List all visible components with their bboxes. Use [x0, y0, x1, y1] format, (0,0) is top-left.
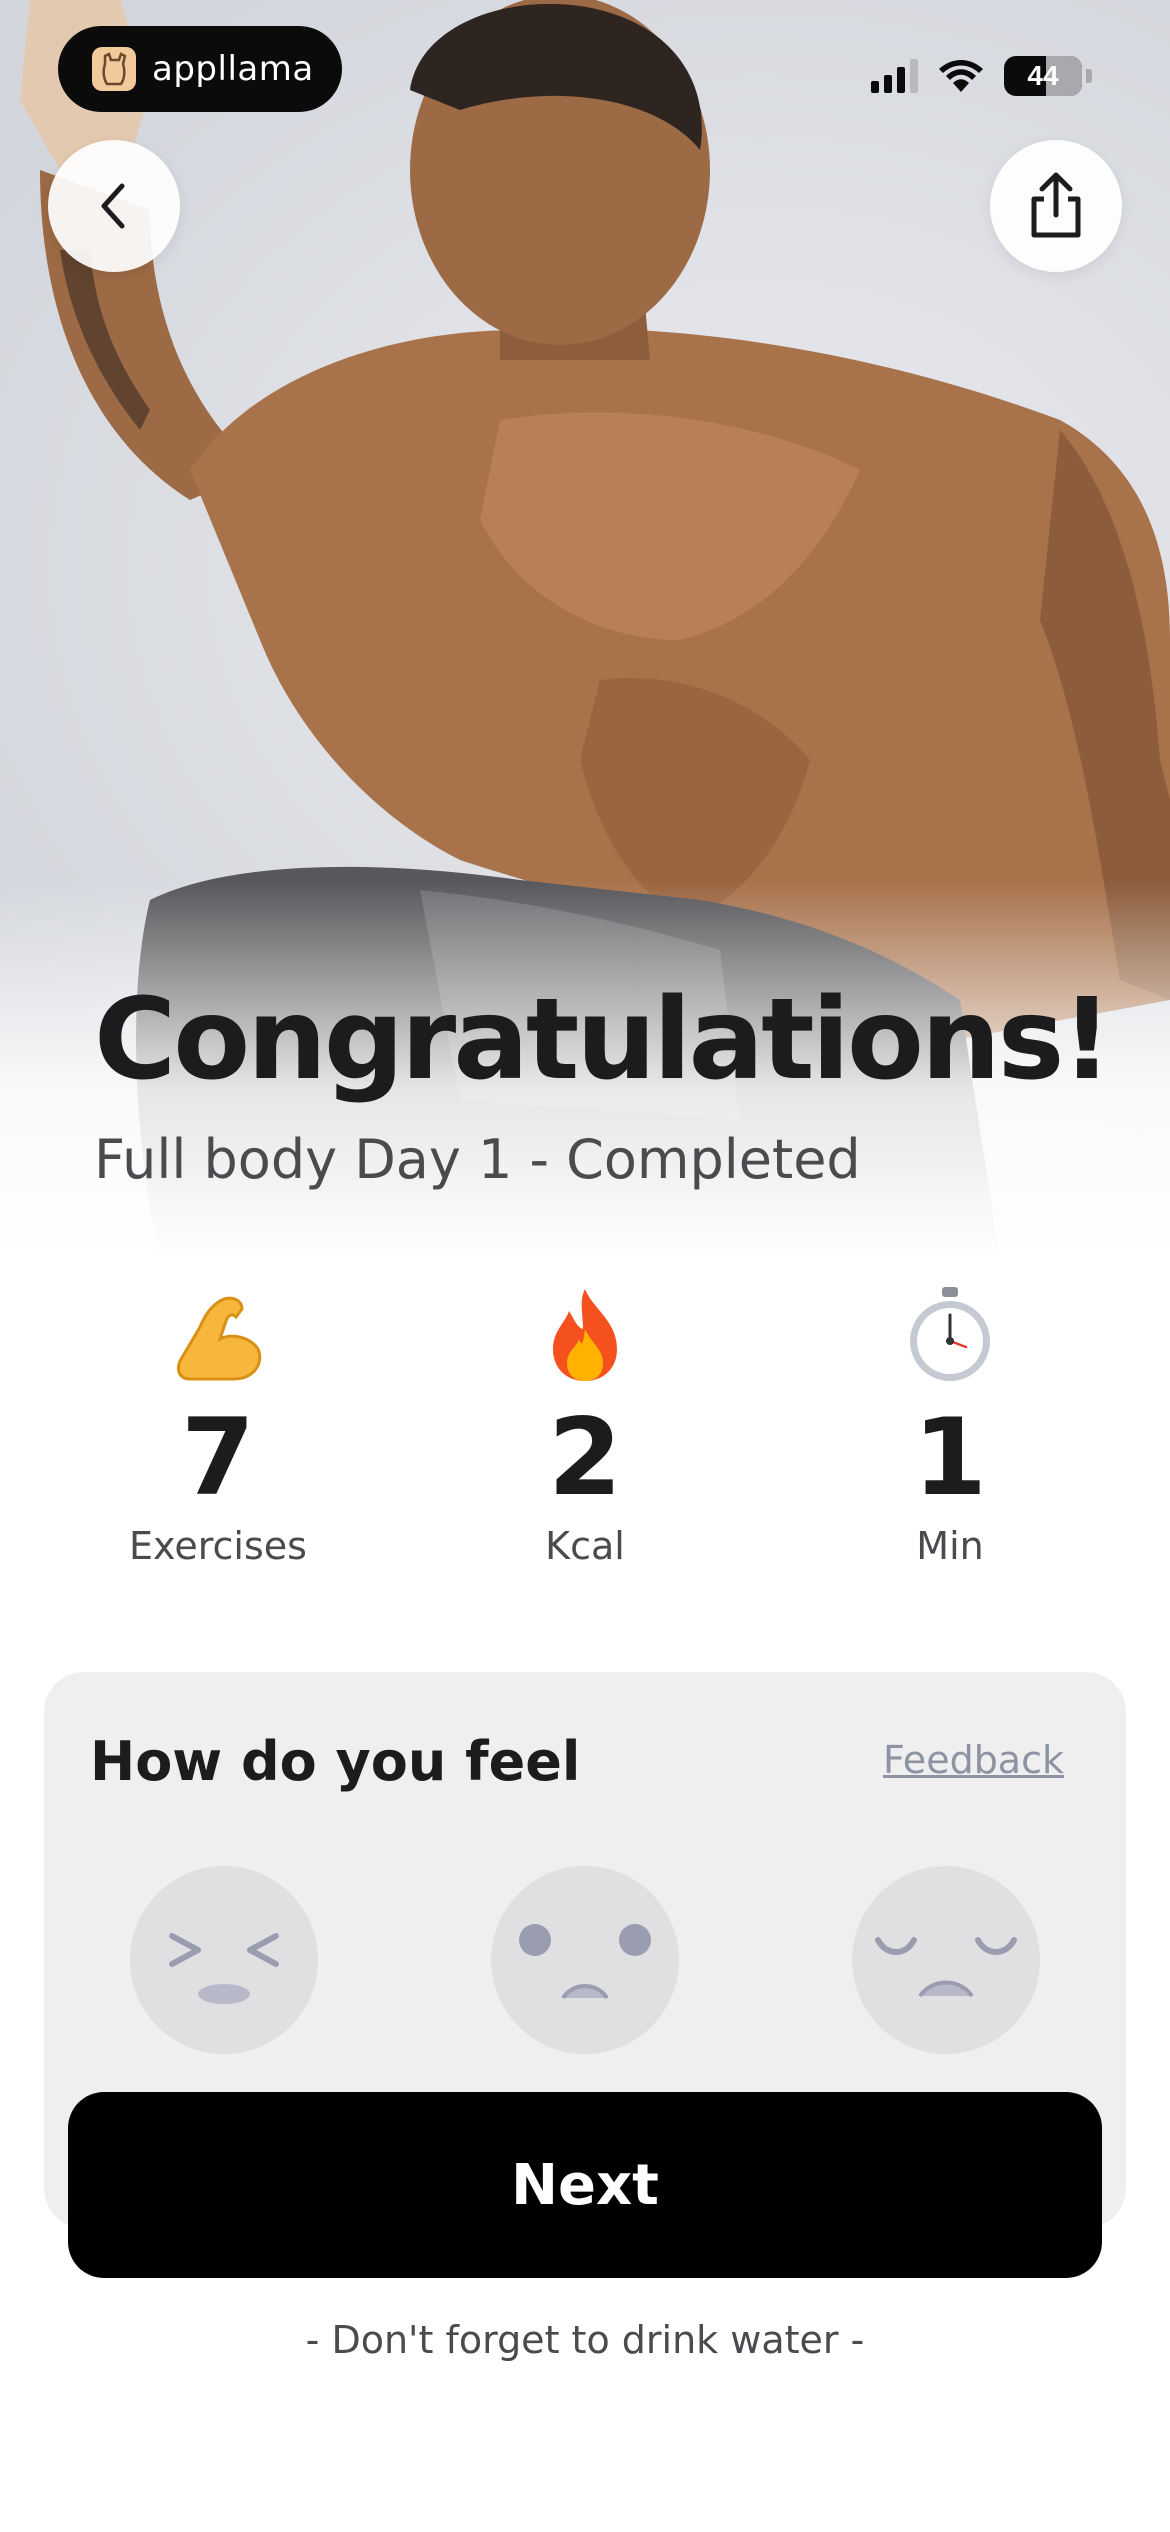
stat-kcal-label: Kcal [545, 1524, 625, 1568]
feel-option-tired[interactable] [852, 1866, 1040, 2054]
next-button[interactable]: Next [68, 2092, 1102, 2278]
feel-option-sad[interactable] [491, 1866, 679, 2054]
battery-level: 44 [1027, 60, 1059, 91]
share-icon [1031, 172, 1081, 238]
recorder-brand: appllama [152, 49, 314, 89]
chevron-left-icon [101, 183, 125, 229]
page-title: Congratulations! [94, 975, 1112, 1105]
share-button[interactable] [990, 140, 1122, 272]
stat-exercises: 7 Exercises [68, 1280, 368, 1568]
status-icons: 44 [871, 56, 1092, 96]
tired-face-icon [875, 1937, 1017, 1998]
cellular-signal-icon [871, 59, 918, 93]
battery-icon: 44 [1004, 56, 1082, 96]
exhausted-face-icon [169, 1933, 279, 2004]
stat-kcal-value: 2 [548, 1396, 622, 1519]
stat-min-value: 1 [913, 1396, 987, 1519]
battery-tip [1086, 69, 1092, 83]
sad-face-icon [519, 1924, 651, 2000]
feel-heading: How do you feel [90, 1730, 581, 1793]
llama-logo-icon [92, 47, 136, 91]
stat-kcal: 2 Kcal [435, 1280, 735, 1568]
stopwatch-icon [800, 1280, 1100, 1390]
back-button[interactable] [48, 140, 180, 272]
fire-icon [435, 1280, 735, 1390]
stat-min: 1 Min [800, 1280, 1100, 1568]
feedback-link[interactable]: Feedback [883, 1738, 1064, 1782]
water-reminder: - Don't forget to drink water - [305, 2318, 865, 2362]
stat-exercises-value: 7 [181, 1396, 255, 1519]
flexed-biceps-icon [68, 1280, 368, 1390]
screen-recorder-pill: appllama [58, 26, 342, 112]
feel-option-exhausted[interactable] [130, 1866, 318, 2054]
workout-stats: 7 Exercises 2 Kcal 1 Min [0, 1280, 1170, 1590]
page-subtitle: Full body Day 1 - Completed [94, 1128, 861, 1191]
stat-exercises-label: Exercises [129, 1524, 307, 1568]
stat-min-label: Min [916, 1524, 984, 1568]
wifi-icon [939, 60, 983, 92]
